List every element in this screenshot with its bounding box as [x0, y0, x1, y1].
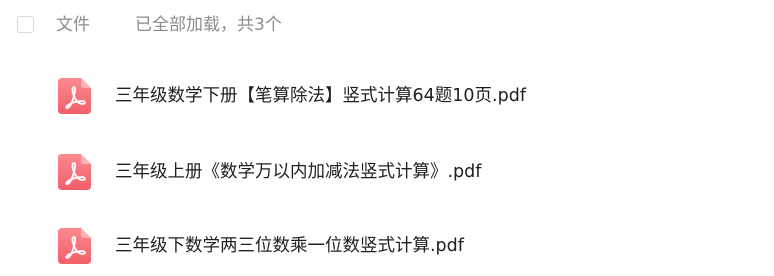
- file-name[interactable]: 三年级上册《数学万以内加减法竖式计算》.pdf: [115, 162, 481, 183]
- file-row[interactable]: 三年级数学下册【笔算除法】竖式计算64题10页.pdf: [0, 66, 774, 126]
- file-list-header: 文件 已全部加载，共3个: [0, 0, 774, 52]
- pdf-file-icon: [58, 154, 91, 190]
- file-row[interactable]: 三年级上册《数学万以内加减法竖式计算》.pdf: [0, 142, 774, 202]
- file-name[interactable]: 三年级下数学两三位数乘一位数竖式计算.pdf: [115, 236, 464, 257]
- file-name[interactable]: 三年级数学下册【笔算除法】竖式计算64题10页.pdf: [115, 86, 526, 107]
- select-all-checkbox[interactable]: [17, 16, 34, 33]
- column-label: 文件: [56, 15, 90, 35]
- pdf-file-icon: [58, 78, 91, 114]
- pdf-file-icon: [58, 228, 91, 264]
- load-status-text: 已全部加载，共3个: [135, 15, 282, 35]
- file-row[interactable]: 三年级下数学两三位数乘一位数竖式计算.pdf: [0, 216, 774, 276]
